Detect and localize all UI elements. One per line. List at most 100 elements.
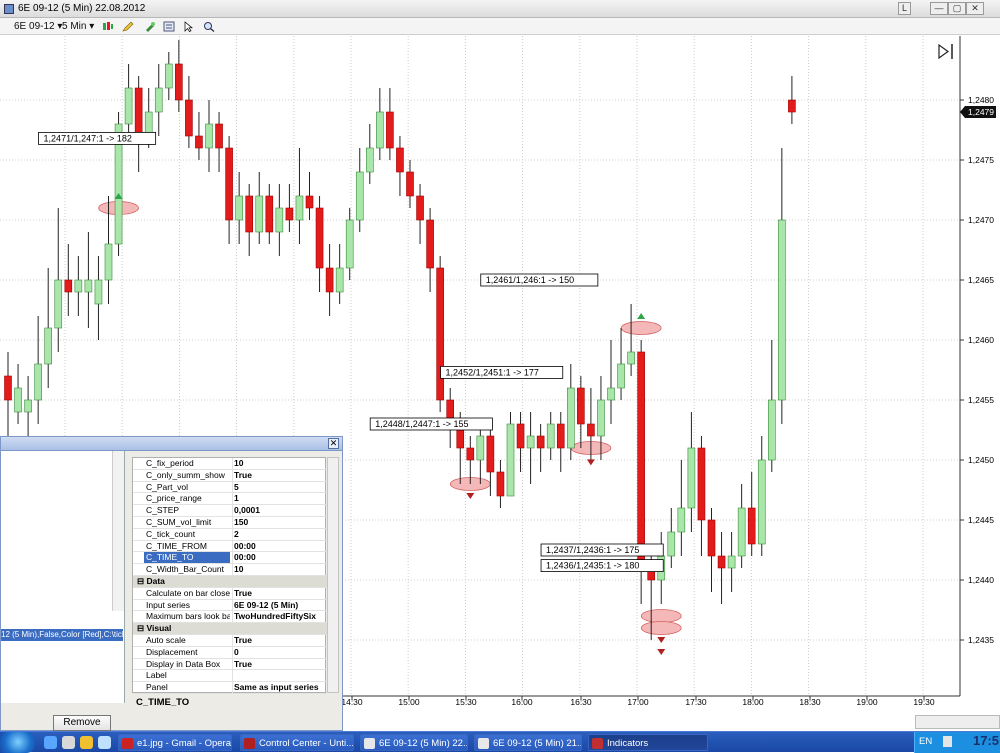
chart-toolbar: 6E 09-12 ▾ 5 Min ▾ <box>0 18 1000 35</box>
interval-selector[interactable]: 5 Min ▾ <box>62 20 94 33</box>
annotation-label: 1,2436/1,2435:1 -> 180 <box>546 561 639 571</box>
property-row[interactable]: C_TIME_FROM 00:00 <box>133 540 327 553</box>
property-value[interactable]: 6E 09-12 (5 Min) <box>232 599 327 611</box>
taskbar-item[interactable]: Control Center - Unti... <box>240 734 354 751</box>
property-row[interactable]: C_Width_Bar_Count 10 <box>133 564 327 576</box>
price-axis: 1,2480 1,2475 1,2470 1,2465 1,2460 1,2455 1,24… <box>959 36 996 696</box>
property-value[interactable]: True <box>232 469 327 481</box>
property-row[interactable]: C_only_summ_show True <box>133 469 327 482</box>
candle-body <box>104 243 113 281</box>
taskbar-item[interactable]: 6E 09-12 (5 Min) 22.... <box>360 734 468 751</box>
chart-horizontal-scrollbar[interactable] <box>915 715 1000 729</box>
taskbar-item[interactable]: e1.jpg - Gmail - Opera <box>118 734 232 751</box>
browser-quicklaunch-icon[interactable] <box>44 736 57 749</box>
property-grid-scrollbar[interactable] <box>327 457 339 693</box>
property-description: C_TIME_TO <box>132 695 340 725</box>
property-name: C_fix_period <box>146 458 194 468</box>
candle-body <box>255 195 264 233</box>
tray-icon[interactable] <box>943 736 952 747</box>
property-row[interactable]: Displacement 0 <box>133 646 327 659</box>
candle-body <box>295 195 304 221</box>
media-quicklaunch-icon[interactable] <box>80 736 93 749</box>
language-indicator[interactable]: EN <box>919 736 932 747</box>
property-name: Panel <box>146 682 168 693</box>
time-tick-label: 18:30 <box>799 697 821 707</box>
taskbar-item[interactable]: 6E 09-12 (5 Min) 21.... <box>474 734 582 751</box>
property-row[interactable]: Calculate on bar close True <box>133 587 327 600</box>
property-value[interactable] <box>232 670 327 682</box>
property-value[interactable]: 00:00 <box>232 552 327 564</box>
property-name: C_SUM_vol_limit <box>146 517 212 527</box>
property-value[interactable]: 5 <box>232 481 327 493</box>
property-row[interactable]: C_STEP 0,0001 <box>133 505 327 517</box>
instrument-selector[interactable]: 6E 09-12 ▾ <box>14 20 62 33</box>
indicator-instance-list[interactable]: 12 (5 Min),False,Color [Red],C:\ticks <box>1 451 125 703</box>
remove-button[interactable]: Remove <box>53 715 111 731</box>
property-category[interactable]: ⊟ Data <box>133 576 327 588</box>
property-row[interactable]: C_TIME_TO 00:00 <box>133 552 327 565</box>
property-value[interactable]: 2 <box>232 528 327 540</box>
property-row[interactable]: Display in Data Box True <box>133 658 327 671</box>
property-value[interactable]: 10 <box>232 564 327 576</box>
property-value[interactable]: True <box>232 635 327 646</box>
property-row[interactable]: C_tick_count 2 <box>133 528 327 541</box>
link-mode-button[interactable]: L <box>898 2 911 15</box>
property-value[interactable]: TwoHundredFiftySix <box>232 611 327 623</box>
property-row[interactable]: C_price_range 1 <box>133 493 327 506</box>
property-value[interactable]: 150 <box>232 517 327 528</box>
property-row[interactable]: Panel Same as input series <box>133 682 327 694</box>
candle-body <box>325 267 334 293</box>
bar-type-icon[interactable] <box>102 21 114 32</box>
property-value[interactable]: 10 <box>232 458 327 469</box>
property-row[interactable]: C_SUM_vol_limit 150 <box>133 517 327 529</box>
candle-body <box>426 219 434 269</box>
annotation-label: 1,2471/1,247:1 -> 182 <box>44 133 132 143</box>
property-value[interactable]: 0 <box>232 646 327 658</box>
property-category[interactable]: ⊟ Visual <box>133 623 327 635</box>
zoom-icon[interactable] <box>203 21 215 32</box>
pencil-icon[interactable] <box>122 21 134 32</box>
property-grid[interactable]: C_fix_period 10 C_only_summ_show True C_Part… <box>132 457 327 694</box>
selected-indicator-instance[interactable]: 12 (5 Min),False,Color [Red],C:\ticks <box>1 629 123 641</box>
start-button[interactable] <box>0 732 36 753</box>
taskbar-item[interactable]: Indicators <box>588 734 708 751</box>
close-button[interactable]: ✕ <box>966 2 984 15</box>
properties-icon[interactable] <box>163 21 175 32</box>
candle-body <box>496 471 505 497</box>
taskbar-app-icon <box>478 738 489 749</box>
property-row[interactable]: Auto scale True <box>133 635 327 647</box>
property-row[interactable]: C_fix_period 10 <box>133 458 327 470</box>
time-tick-label: 16:30 <box>570 697 592 707</box>
marker-icon[interactable] <box>144 21 156 32</box>
candle-body <box>486 435 495 473</box>
property-name: C_price_range <box>146 493 202 504</box>
candle-body <box>245 195 253 233</box>
indicators-dialog: ✕ 12 (5 Min),False,Color [Red],C:\ticks … <box>0 436 343 731</box>
taskbar-app-icon <box>592 738 603 749</box>
price-tick-label: 1,2435 <box>968 635 994 645</box>
property-row[interactable]: C_Part_vol 5 <box>133 481 327 494</box>
property-value[interactable]: True <box>232 587 327 599</box>
property-value[interactable]: True <box>232 658 327 670</box>
property-row[interactable]: Label <box>133 670 327 683</box>
property-value[interactable]: 00:00 <box>232 540 327 552</box>
property-row[interactable]: Maximum bars look backTwoHundredFiftySix <box>133 611 327 624</box>
property-name: Input series <box>146 599 190 610</box>
property-name: Label <box>146 670 167 681</box>
property-value[interactable]: 1 <box>232 493 327 505</box>
instance-list-scrollbar[interactable] <box>112 451 124 611</box>
minimize-button[interactable]: — <box>930 2 948 15</box>
desktop-quicklaunch-icon[interactable] <box>98 736 111 749</box>
dialog-close-button[interactable]: ✕ <box>328 438 339 449</box>
property-value[interactable]: 0,0001 <box>232 505 327 517</box>
cursor-icon[interactable] <box>183 21 195 32</box>
system-tray: EN 17:5 <box>914 732 1000 753</box>
candle-body <box>396 147 404 173</box>
taskbar-app-icon <box>244 738 255 749</box>
price-tick-label: 1,2445 <box>968 515 994 525</box>
folder-quicklaunch-icon[interactable] <box>62 736 75 749</box>
property-row[interactable]: Input series 6E 09-12 (5 Min) <box>133 599 327 612</box>
maximize-button[interactable]: ▢ <box>948 2 966 15</box>
price-tick-label: 1,2475 <box>968 155 994 165</box>
property-value[interactable]: Same as input series <box>232 682 327 694</box>
